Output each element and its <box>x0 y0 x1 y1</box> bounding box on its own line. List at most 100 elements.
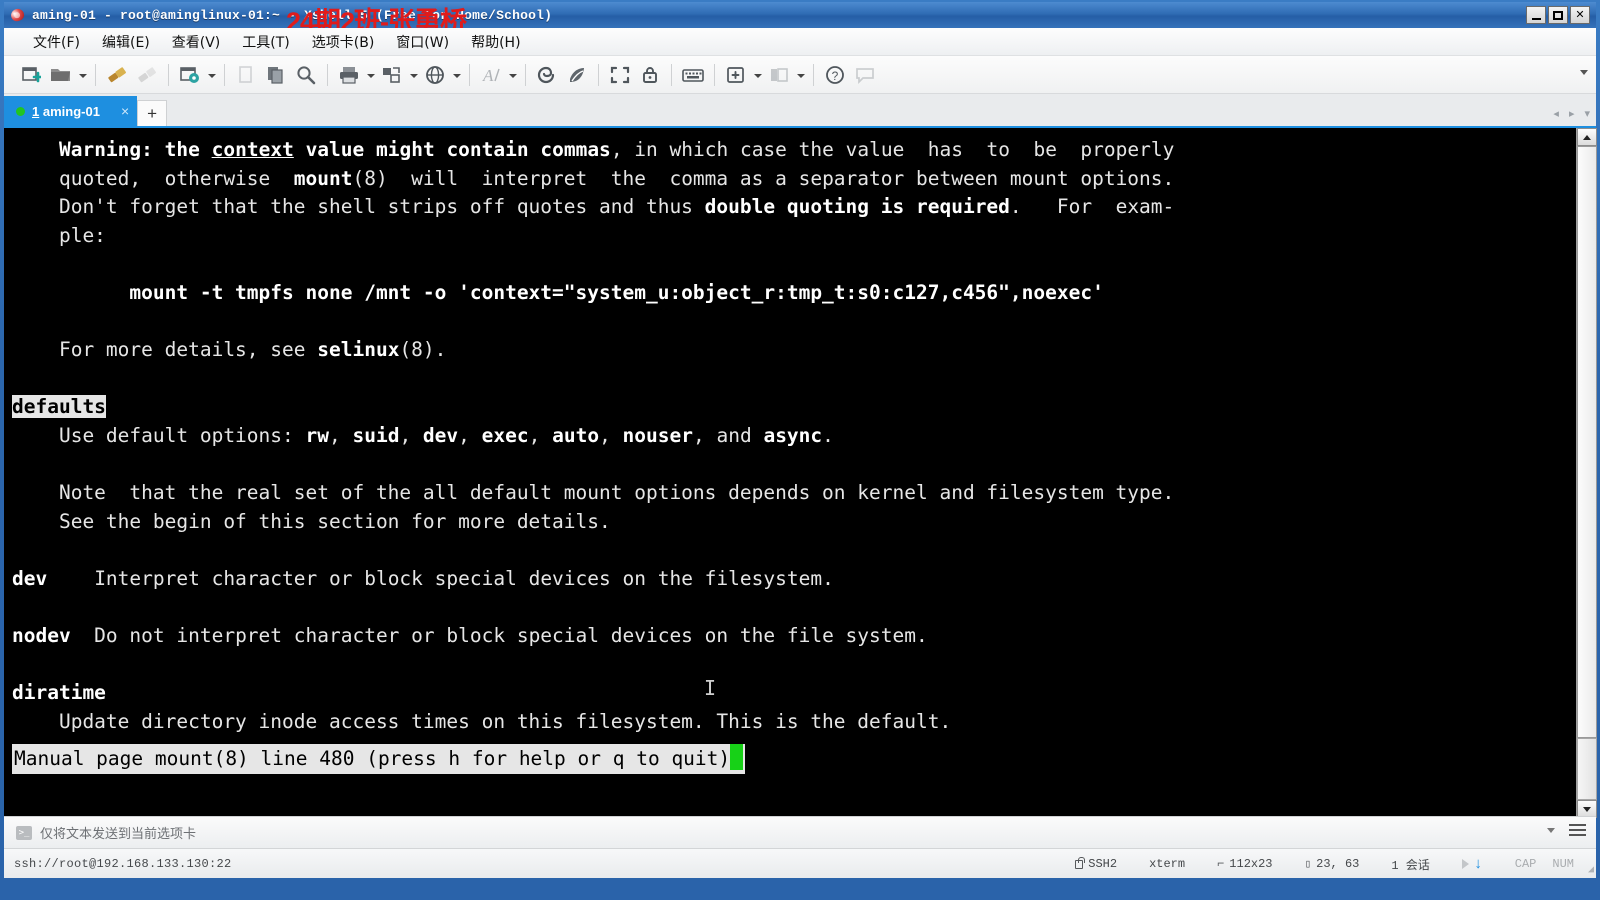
layout-dropdown-arrow[interactable] <box>794 60 807 90</box>
terminal-line: See the begin of this section for more d… <box>12 509 611 533</box>
tab-close-icon[interactable]: × <box>121 104 129 118</box>
lock-icon[interactable] <box>635 60 665 90</box>
terminal-line: quoted, otherwise mount(8) will interpre… <box>12 166 1175 190</box>
scroll-up-button[interactable] <box>1577 128 1597 146</box>
comment-icon[interactable] <box>850 60 880 90</box>
toolbar: A ? <box>4 56 1596 94</box>
terminal-line: defaults <box>12 395 106 419</box>
pager-status-line: Manual page mount(8) line 480 (press h f… <box>12 744 746 774</box>
tab-connected-dot <box>16 106 25 116</box>
scrollbar-thumb-lower[interactable] <box>1577 738 1597 800</box>
menu-item-tools[interactable]: 工具(T) <box>231 29 300 55</box>
menu-item-view[interactable]: 查看(V) <box>161 29 232 55</box>
xshell-window: aming-01 - root@aminglinux-01:~ - Xshell… <box>0 0 1600 900</box>
font-dropdown-arrow[interactable] <box>506 60 519 90</box>
folder-dropdown-arrow[interactable] <box>76 60 89 90</box>
tab-title: aming-01 <box>42 103 100 119</box>
status-transfer-indicators: ↓ <box>1446 857 1499 872</box>
menu-item-help[interactable]: 帮助(H) <box>460 29 531 55</box>
help-icon[interactable]: ? <box>820 60 850 90</box>
text-cursor-icon: I <box>704 676 717 700</box>
toolbar-separator <box>714 63 715 86</box>
toolbar-separator <box>95 63 96 86</box>
resize-grip[interactable]: ◢ <box>1588 864 1594 876</box>
xshell-icon[interactable] <box>532 60 562 90</box>
web-dropdown-arrow[interactable] <box>450 60 463 90</box>
send-to-controls <box>1547 824 1586 836</box>
lock-icon <box>1075 856 1085 869</box>
tab-bar: 1 aming-01 × + ◂ ▸ ▾ <box>4 94 1596 126</box>
tab-aming-01[interactable]: 1 aming-01 × <box>4 96 138 126</box>
close-button[interactable]: ✕ <box>1570 6 1590 24</box>
copy-paste-icon[interactable] <box>261 60 291 90</box>
tab-number: 1 <box>32 103 40 119</box>
new-tab-button[interactable]: + <box>137 100 168 126</box>
send-to-dropdown-arrow[interactable] <box>1547 827 1555 833</box>
xftp-icon[interactable] <box>562 60 592 90</box>
terminal-output[interactable]: Warning: the context value might contain… <box>4 128 1532 818</box>
minimize-button[interactable] <box>1526 6 1546 24</box>
tab-nav-controls: ◂ ▸ ▾ <box>1553 107 1590 120</box>
transfer-icon[interactable] <box>377 60 407 90</box>
fullscreen-icon[interactable] <box>605 60 635 90</box>
send-to-menu-icon[interactable] <box>1569 824 1586 836</box>
session-properties-icon[interactable] <box>175 60 205 90</box>
menu-item-edit[interactable]: 编辑(E) <box>91 29 161 55</box>
xshell-app-icon <box>9 7 26 23</box>
title-bar[interactable]: aming-01 - root@aminglinux-01:~ - Xshell… <box>4 2 1596 37</box>
scrollbar-track[interactable] <box>1577 146 1597 800</box>
font-icon[interactable]: A <box>476 60 506 90</box>
status-size-label: 112x23 <box>1229 857 1273 871</box>
layout-icon[interactable] <box>764 60 794 90</box>
terminal-line: nodev Do not interpret character or bloc… <box>12 624 928 648</box>
print-dropdown-arrow[interactable] <box>364 60 377 90</box>
toolbar-overflow-arrow[interactable] <box>1580 70 1588 75</box>
menu-item-tabs[interactable]: 选项卡(B) <box>301 29 386 55</box>
window-title: aming-01 - root@aminglinux-01:~ - Xshell… <box>32 7 553 23</box>
print-icon[interactable] <box>334 60 364 90</box>
status-caps-label: CAP <box>1514 857 1537 871</box>
status-cursor-label: 23, 63 <box>1316 857 1360 871</box>
find-icon[interactable] <box>291 60 321 90</box>
send-to-label: 仅将文本发送到当前选项卡 <box>40 827 197 842</box>
properties-dropdown-arrow[interactable] <box>205 60 218 90</box>
tab-list-arrow[interactable]: ▾ <box>1584 107 1590 120</box>
transfer-dropdown-arrow[interactable] <box>407 60 420 90</box>
menu-item-window[interactable]: 窗口(W) <box>385 29 460 55</box>
add-tab-icon[interactable] <box>721 60 751 90</box>
terminal-line: Don't forget that the shell strips off q… <box>12 195 1175 219</box>
cut-icon[interactable] <box>231 60 261 90</box>
new-session-icon[interactable] <box>16 60 46 90</box>
status-terminal-type: xterm <box>1133 857 1201 871</box>
terminal-line: dev Interpret character or block special… <box>12 566 834 590</box>
web-icon[interactable] <box>420 60 450 90</box>
keyboard-icon[interactable] <box>678 60 708 90</box>
tab-prev-arrow[interactable]: ◂ <box>1553 107 1559 120</box>
status-ssh-url: ssh://root@192.168.133.130:22 <box>14 856 232 871</box>
add-tab-dropdown-arrow[interactable] <box>751 60 764 90</box>
maximize-button[interactable] <box>1548 6 1568 24</box>
terminal-scrollbar[interactable] <box>1576 128 1597 818</box>
menu-item-file[interactable]: 文件(F) <box>22 29 91 55</box>
tab-next-arrow[interactable]: ▸ <box>1569 107 1575 120</box>
status-bar-right: SSH2 xterm ⌐ 112x23 ▯ 23, 63 1 会话 ↓ CAP <box>1059 849 1590 879</box>
scrollbar-thumb[interactable] <box>1577 146 1597 738</box>
toolbar-separator <box>598 63 599 86</box>
pager-status-text: Manual page mount(8) line 480 (press h f… <box>14 747 731 771</box>
terminal-line: mount -t tmpfs none /mnt -o 'context="sy… <box>12 280 1104 304</box>
status-protocol: SSH2 <box>1059 856 1133 871</box>
status-protocol-label: SSH2 <box>1088 857 1118 871</box>
status-bar: ssh://root@192.168.133.130:22 SSH2 xterm… <box>4 848 1596 878</box>
connect-icon[interactable] <box>102 60 132 90</box>
open-folder-icon[interactable] <box>46 60 76 90</box>
toolbar-separator <box>671 63 672 86</box>
send-to-bar[interactable]: >_ 仅将文本发送到当前选项卡 <box>4 816 1596 848</box>
toolbar-separator <box>469 63 470 86</box>
terminal-line: Use default options: rw, suid, dev, exec… <box>12 423 834 447</box>
disconnect-icon[interactable] <box>132 60 162 90</box>
status-num: NUM <box>1552 857 1590 871</box>
